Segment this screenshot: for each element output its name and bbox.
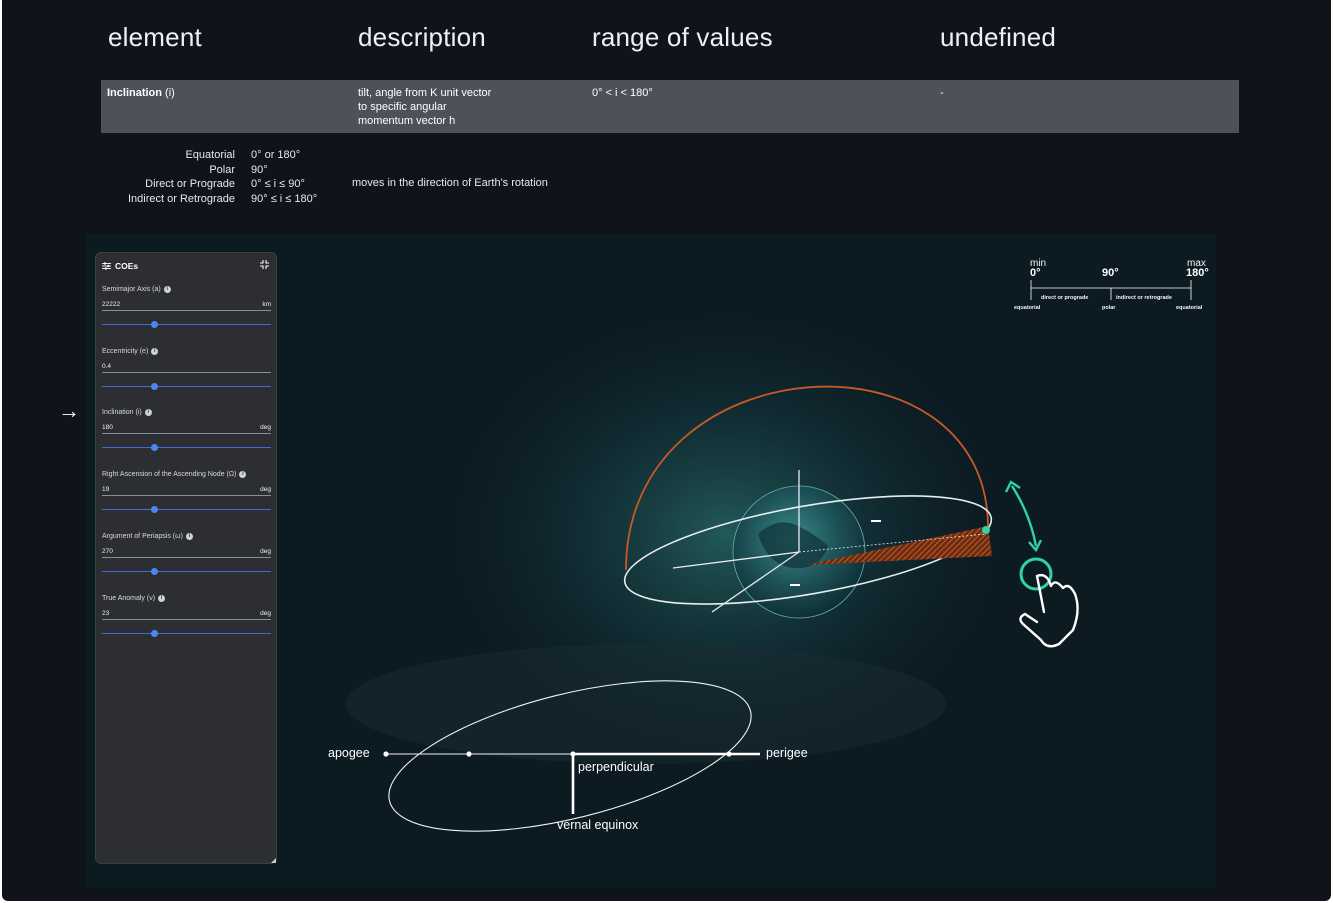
classification-labels: Equatorial Polar Direct or Prograde Indi… — [62, 148, 235, 206]
slider-thumb[interactable] — [151, 568, 159, 575]
satellite — [982, 526, 990, 534]
center-dot — [570, 751, 576, 757]
inclination-input[interactable]: 180 deg — [102, 424, 271, 434]
inclination-slider[interactable] — [102, 444, 271, 451]
field-label: Semimajor Axis (a) — [102, 286, 161, 293]
sliders-icon — [102, 262, 111, 270]
row-undefined: - — [940, 87, 944, 99]
field-label: True Anomaly (ν) — [102, 595, 156, 602]
class-label: Indirect or Retrograde — [128, 192, 235, 205]
scale-seg-right: indirect or retrograde — [1116, 295, 1172, 301]
classification-values: 0° or 180° 90° 0° ≤ i ≤ 90° 90° ≤ i ≤ 18… — [251, 148, 317, 206]
scale-bottom-left: equatorial — [1014, 305, 1041, 311]
field-label: Inclination (i) — [102, 409, 142, 416]
apogee-label: apogee — [328, 746, 370, 760]
vernal-equinox-label: vernal equinox — [557, 818, 639, 832]
info-icon[interactable]: i — [144, 409, 152, 416]
scale-bottom-right: equatorial — [1176, 305, 1203, 311]
info-icon[interactable]: i — [239, 471, 247, 478]
slider-thumb[interactable] — [151, 630, 159, 637]
field-label: Eccentricity (e) — [102, 348, 149, 355]
field-semimajor-axis: Semimajor Axis (a) i 22222 km — [102, 286, 271, 328]
panel-title: COEs — [115, 261, 139, 271]
argument-of-periapsis-input[interactable]: 270 deg — [102, 548, 271, 558]
argument-of-periapsis-slider[interactable] — [102, 568, 271, 575]
collapse-icon[interactable] — [259, 259, 270, 270]
scale-mid-value: 90° — [1102, 267, 1119, 279]
scale-min-value: 0° — [1030, 267, 1041, 279]
semimajor-axis-slider[interactable] — [102, 321, 271, 328]
row-element-symbol: (i) — [162, 87, 175, 99]
class-value: 0° or 180° — [251, 149, 301, 161]
row-element-name: Inclination — [107, 87, 162, 99]
slider-thumb[interactable] — [151, 383, 159, 390]
class-label: Polar — [209, 163, 235, 176]
resize-handle[interactable] — [271, 858, 276, 863]
field-value: 19 — [102, 486, 110, 493]
field-unit: km — [262, 301, 271, 308]
scale-bottom-mid: polar — [1102, 305, 1116, 311]
field-value: 270 — [102, 548, 113, 555]
focus-dot — [466, 751, 472, 757]
haze — [346, 644, 946, 764]
class-value: 90° ≤ i ≤ 180° — [251, 192, 318, 205]
info-icon[interactable]: i — [158, 595, 166, 602]
field-value: 180 — [102, 424, 113, 431]
class-label: Equatorial — [185, 149, 235, 161]
marker-v — [871, 520, 881, 522]
field-eccentricity: Eccentricity (e) i 0.4 — [102, 348, 271, 390]
scale-max-value: 180° — [1186, 267, 1209, 279]
field-unit: deg — [260, 486, 271, 493]
perigee-dot — [726, 751, 732, 757]
info-icon[interactable]: i — [185, 533, 193, 540]
perigee-label: perigee — [766, 746, 808, 760]
semimajor-axis-input[interactable]: 22222 km — [102, 301, 271, 311]
field-unit: deg — [260, 424, 271, 431]
field-argument-of-periapsis: Argument of Periapsis (ω) i 270 deg — [102, 533, 271, 575]
field-value: 23 — [102, 610, 110, 617]
panel-title-bar: COEs — [102, 259, 138, 273]
field-raan: Right Ascension of the Ascending Node (Ω… — [102, 471, 271, 513]
column-header-description: description — [358, 22, 486, 52]
column-header-element: element — [108, 22, 202, 52]
true-anomaly-input[interactable]: 23 deg — [102, 610, 271, 620]
arrow-right-icon: → — [58, 398, 80, 423]
row-range: 0° < i < 180° — [592, 87, 653, 99]
field-value: 0.4 — [102, 363, 112, 370]
apogee-dot — [383, 751, 389, 757]
eccentricity-slider[interactable] — [102, 383, 271, 390]
eccentricity-input[interactable]: 0.4 — [102, 363, 271, 373]
field-true-anomaly: True Anomaly (ν) i 23 deg — [102, 595, 271, 637]
info-icon[interactable]: i — [163, 286, 171, 293]
field-unit: deg — [260, 548, 271, 555]
slider-thumb[interactable] — [151, 506, 159, 513]
class-label: Direct or Prograde — [145, 178, 235, 190]
scale-seg-left: direct or prograde — [1041, 295, 1089, 301]
row-description: tilt, angle from K unit vector to specif… — [358, 87, 492, 127]
field-value: 22222 — [102, 301, 121, 308]
slider-thumb[interactable] — [151, 321, 159, 328]
field-inclination: Inclination (i) i 180 deg — [102, 409, 271, 451]
raan-slider[interactable] — [102, 506, 271, 513]
raan-input[interactable]: 19 deg — [102, 486, 271, 496]
true-anomaly-slider[interactable] — [102, 630, 271, 637]
table-row-inclination — [101, 80, 1239, 133]
column-header-undefined: undefined — [940, 22, 1057, 52]
field-unit: deg — [260, 610, 271, 617]
field-label: Right Ascension of the Ascending Node (Ω… — [102, 471, 237, 478]
coes-panel[interactable]: COEs Semimajor Axis (a) i 22222 km Eccentr… — [95, 252, 277, 864]
slider-thumb[interactable] — [151, 444, 159, 451]
row-element-cell: Inclination (i) — [107, 86, 175, 100]
field-label: Argument of Periapsis (ω) — [102, 533, 183, 540]
class-value: 0° ≤ i ≤ 90° — [251, 178, 305, 190]
info-icon[interactable]: i — [151, 348, 159, 355]
classification-note: moves in the direction of Earth's rotati… — [352, 177, 548, 189]
column-header-range: range of values — [592, 22, 773, 52]
class-value: 90° — [251, 163, 268, 176]
perpendicular-label: perpendicular — [578, 760, 654, 774]
marker-omega — [790, 584, 800, 586]
